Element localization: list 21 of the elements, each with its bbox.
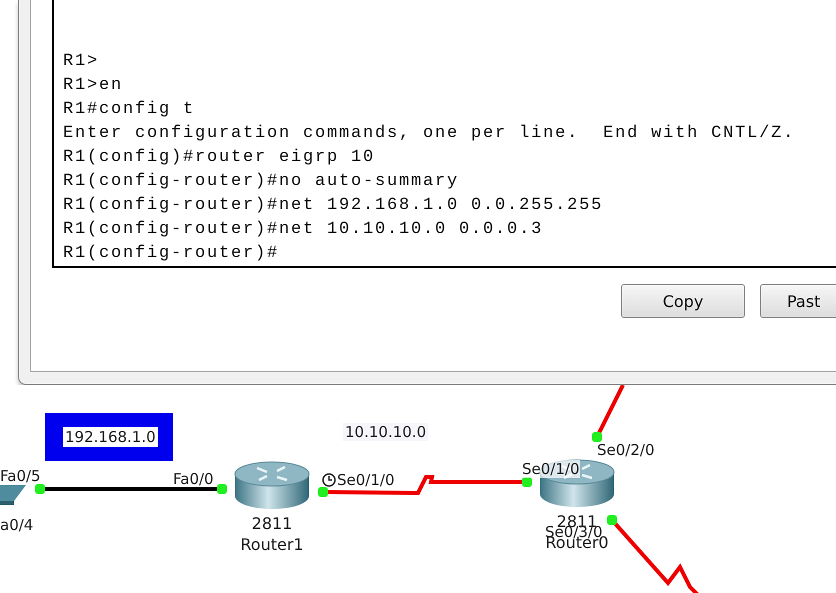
terminal-line: R1(config-router)#net 10.10.10.0 0.0.0.3 xyxy=(63,219,544,241)
network-label[interactable]: 10.10.10.0 xyxy=(343,423,428,441)
terminal-line: R1(config-router)#net 192.168.1.0 0.0.255.255 xyxy=(63,195,604,217)
terminal-line: R1>en xyxy=(63,75,124,97)
port-label: a0/4 xyxy=(0,516,34,534)
device-name: Router1 xyxy=(240,534,304,555)
copy-button[interactable]: Copy xyxy=(621,284,745,318)
paste-button[interactable]: Past xyxy=(760,284,836,318)
terminal-line: R1(config-router)# xyxy=(63,243,280,265)
device-model: 2811 xyxy=(252,513,292,534)
network-label[interactable]: 192.168.1.0 xyxy=(45,413,173,461)
port-label: Se0/1/0 xyxy=(337,471,394,489)
port-label: Se0/1/0 xyxy=(522,460,580,478)
terminal-line: R1(config-router)#no auto-summary xyxy=(63,171,460,193)
port-label: Fa0/0 xyxy=(173,470,214,488)
terminal-line: R1#config t xyxy=(63,99,196,121)
terminal-line: R1> xyxy=(63,51,100,73)
terminal-line: Enter configuration commands, one per line. End with CNTL/Z. xyxy=(63,123,796,145)
port-label: Se0/2/0 xyxy=(597,441,654,459)
terminal-line: R1(config)#router eigrp 10 xyxy=(63,147,376,169)
port-label: Fa0/5 xyxy=(0,467,41,485)
